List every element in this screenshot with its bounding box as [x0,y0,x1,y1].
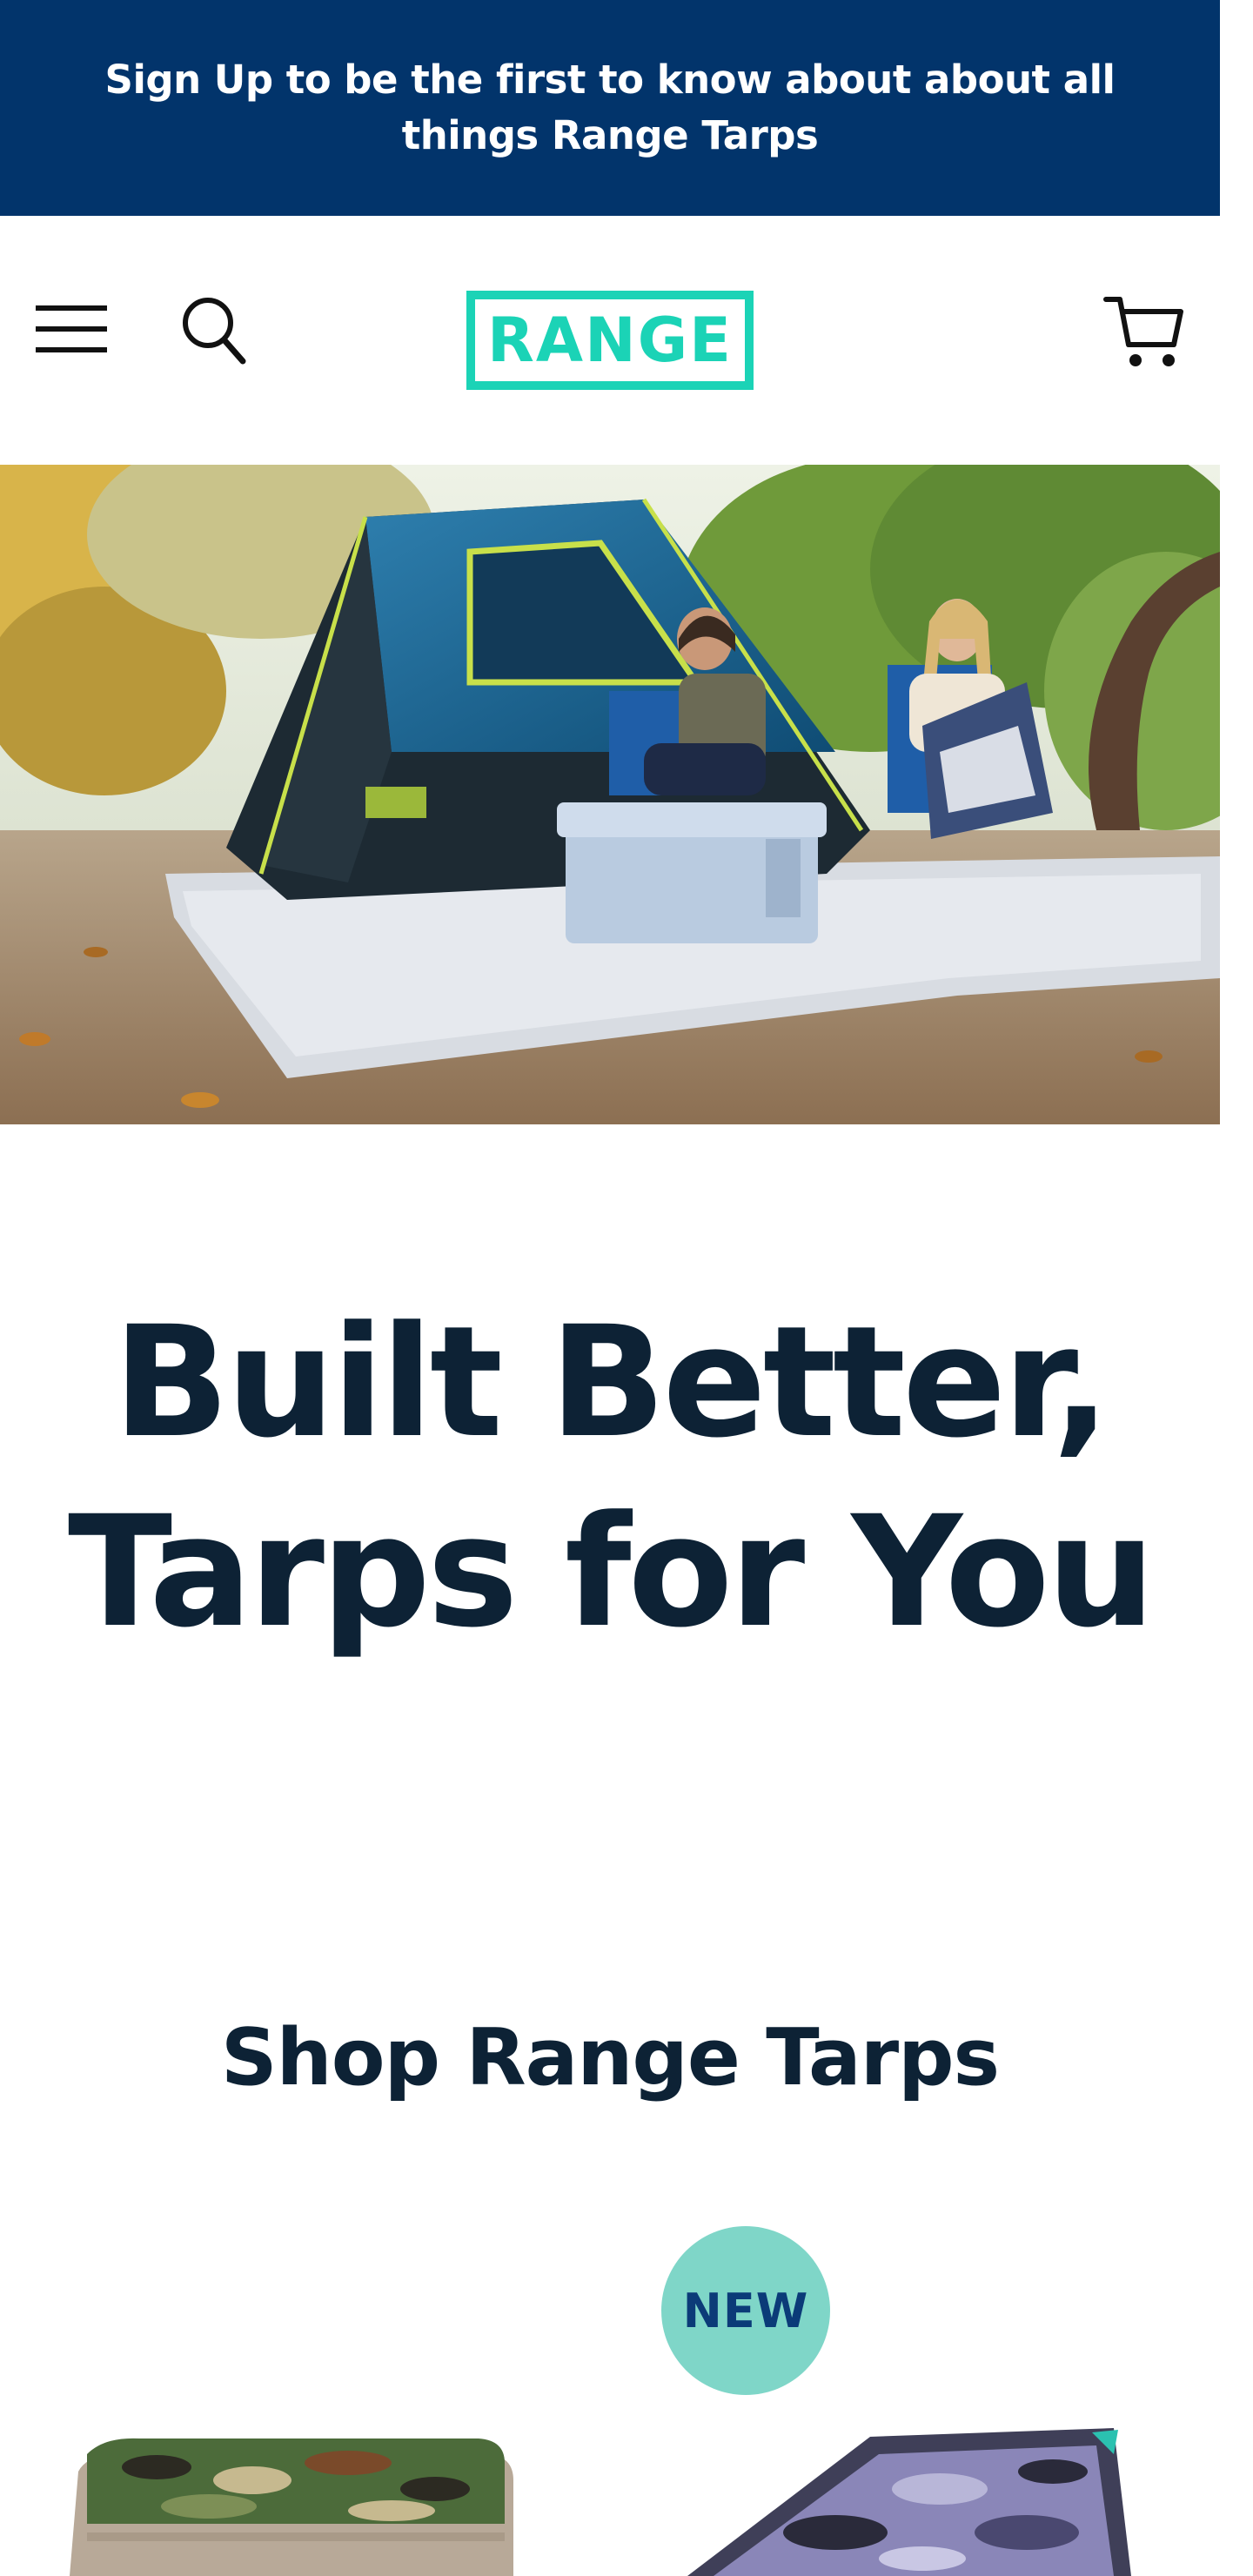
search-button[interactable] [174,291,252,369]
hamburger-menu-icon [36,305,107,352]
cart-icon [1103,297,1183,366]
product-image-green-camo-tarp [70,2438,513,2576]
product-card[interactable] [661,2411,1149,2576]
new-badge: NEW [661,2226,830,2395]
range-logo[interactable]: RANGE [466,291,754,390]
announcement-bar[interactable]: Sign Up to be the first to know about ab… [0,0,1220,216]
product-image-purple-camo-tarp [687,2428,1131,2576]
product-card[interactable] [52,2419,539,2576]
page: Sign Up to be the first to know about ab… [0,0,1253,2576]
camping-scene-image [0,465,1220,1124]
search-icon [183,298,246,365]
announcement-text[interactable]: Sign Up to be the first to know about ab… [70,52,1150,164]
hero-image [0,465,1220,1124]
hero-headline: Built Better, Tarps for You [0,1288,1220,1667]
new-badge-text: NEW [682,2283,809,2338]
menu-button[interactable] [28,294,115,364]
cart-button[interactable] [1096,289,1192,376]
site-header: RANGE [0,216,1220,465]
headline-line-2: Tarps for You [68,1483,1156,1661]
shop-section-title: Shop Range Tarps [220,2012,1000,2103]
headline-line-1: Built Better, [112,1293,1110,1472]
logo-text: RANGE [487,305,733,376]
